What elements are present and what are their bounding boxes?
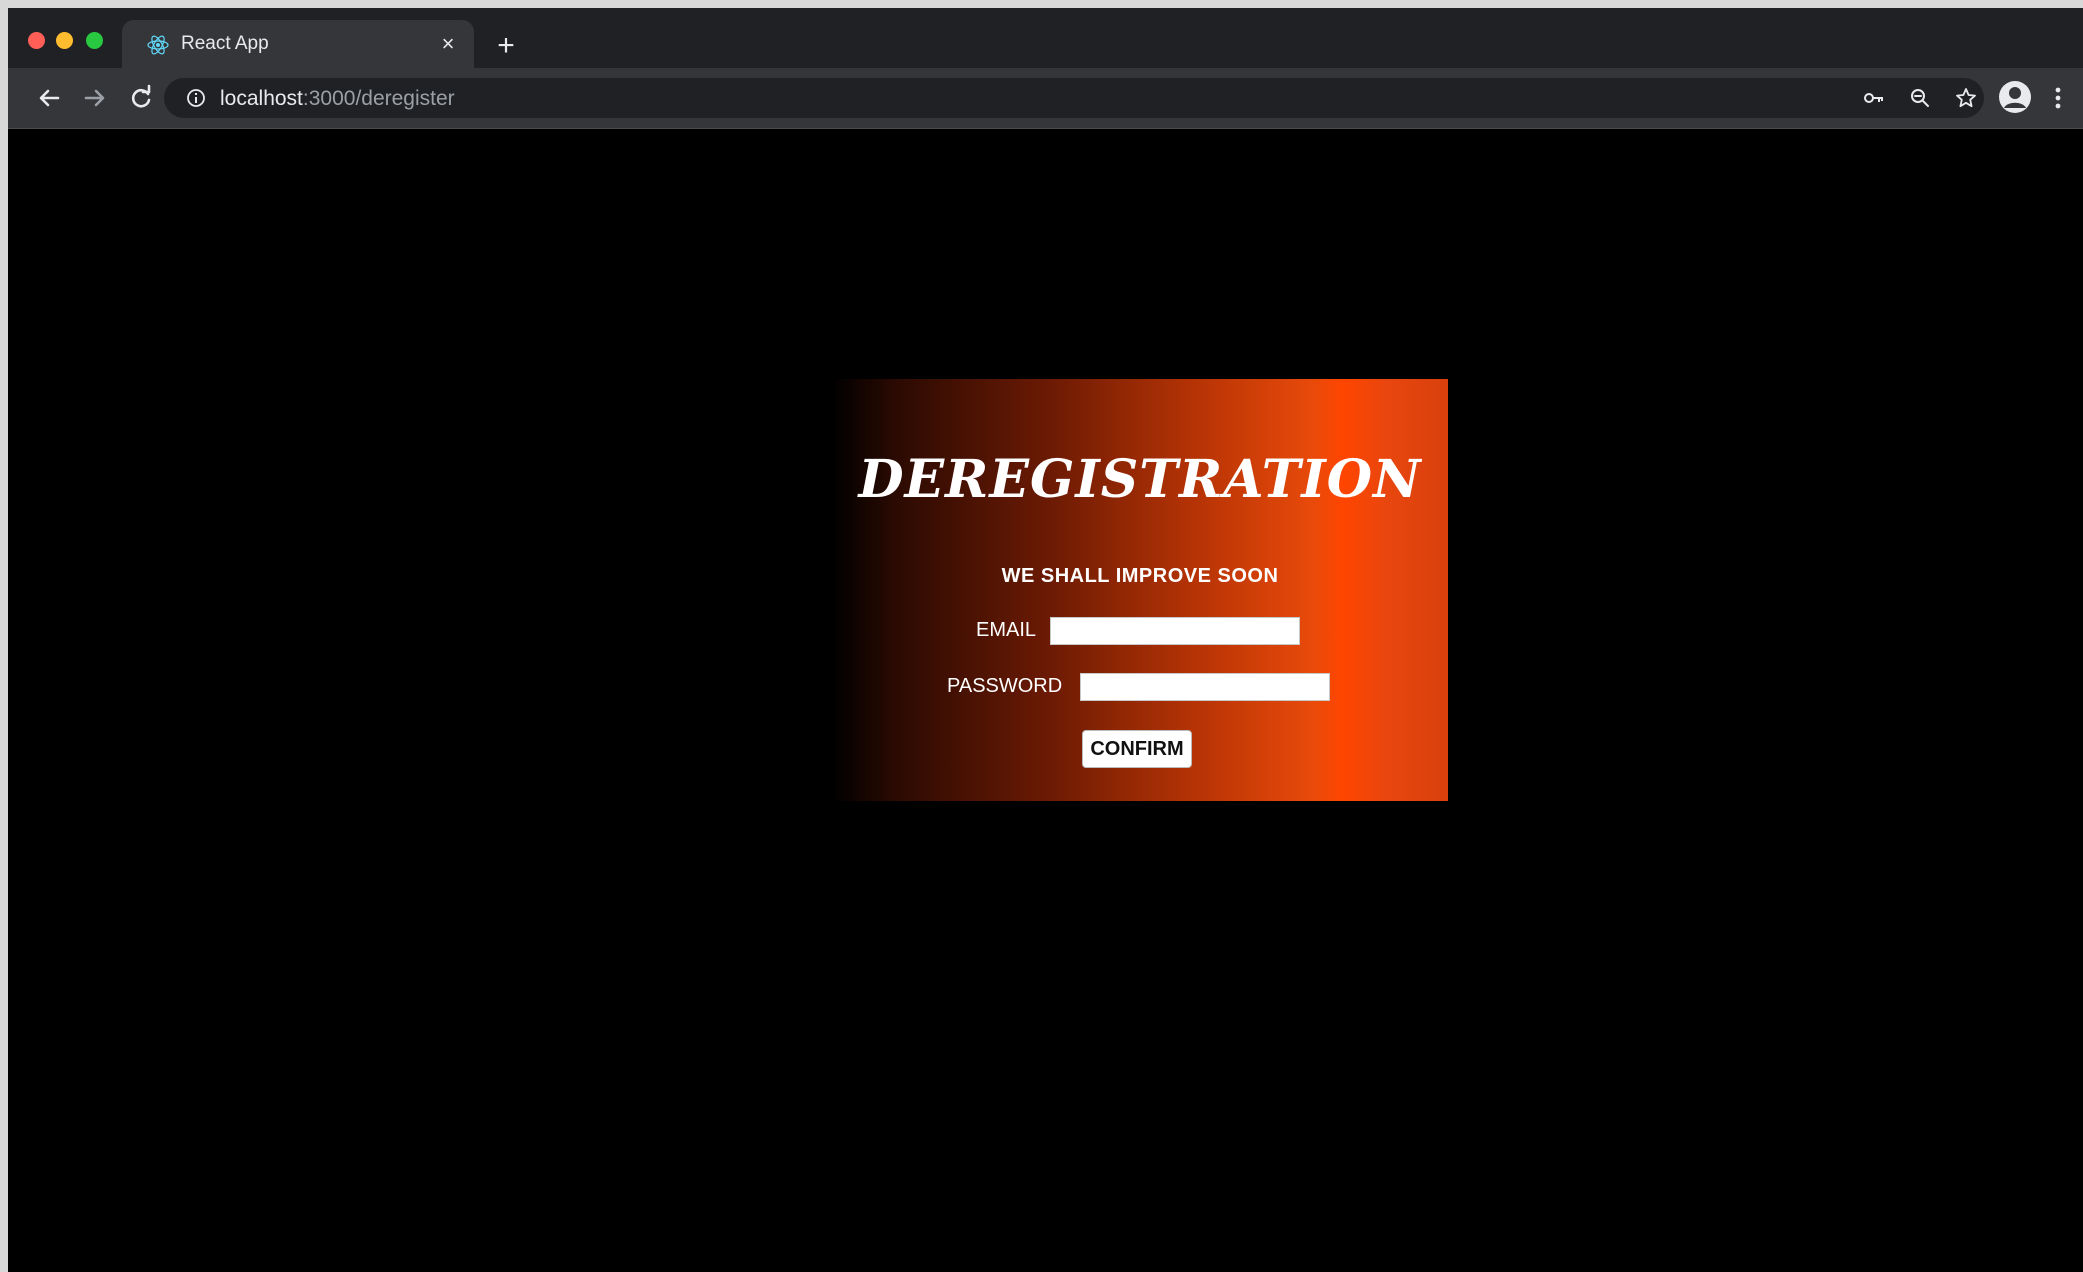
url-text: localhost:3000/deregister — [220, 87, 455, 111]
back-arrow-icon[interactable] — [34, 83, 64, 113]
url-path: :3000/deregister — [302, 87, 455, 110]
page-content: DEREGISTRATION WE SHALL IMPROVE SOON EMA… — [8, 129, 2083, 1272]
email-field[interactable] — [1050, 617, 1300, 645]
password-label: PASSWORD — [947, 675, 1063, 697]
close-window-button[interactable] — [28, 32, 45, 49]
close-tab-icon[interactable]: × — [436, 32, 460, 56]
deregistration-card: DEREGISTRATION WE SHALL IMPROVE SOON EMA… — [832, 379, 1448, 801]
minimize-window-button[interactable] — [56, 32, 73, 49]
page-subtitle: WE SHALL IMPROVE SOON — [1001, 565, 1279, 587]
address-bar[interactable]: localhost:3000/deregister — [164, 78, 1984, 118]
tab-react-app[interactable]: React App × — [122, 20, 474, 68]
menu-icon[interactable] — [2052, 83, 2064, 113]
forward-arrow-icon[interactable] — [80, 83, 110, 113]
password-field[interactable] — [1080, 673, 1330, 701]
info-icon[interactable] — [186, 88, 206, 108]
react-icon — [146, 33, 170, 57]
zoom-icon[interactable] — [1908, 86, 1932, 110]
tab-strip: React App × + — [8, 8, 2083, 68]
browser-window: React App × + localhost:3000/deregister — [8, 8, 2083, 1272]
reload-icon[interactable] — [126, 83, 156, 113]
url-host: localhost — [220, 87, 303, 110]
confirm-button[interactable]: CONFIRM — [1082, 730, 1192, 768]
page-title: DEREGISTRATION — [858, 449, 1422, 510]
tab-title: React App — [181, 33, 269, 54]
profile-icon[interactable] — [1998, 80, 2032, 114]
browser-toolbar: localhost:3000/deregister — [8, 68, 2083, 129]
new-tab-button[interactable]: + — [492, 31, 520, 61]
maximize-window-button[interactable] — [86, 32, 103, 49]
email-label: EMAIL — [976, 619, 1037, 641]
key-icon[interactable] — [1862, 86, 1886, 110]
star-icon[interactable] — [1954, 86, 1978, 110]
